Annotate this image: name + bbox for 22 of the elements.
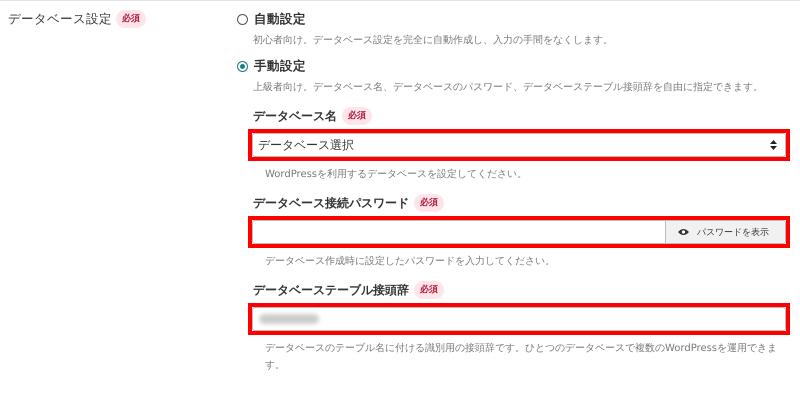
section-label: データベース設定 — [8, 10, 112, 28]
eye-icon — [678, 228, 689, 236]
radio-button[interactable] — [237, 60, 248, 72]
field-label: データベース名 — [253, 108, 337, 124]
help-text: WordPressを利用するデータベースを設定してください。 — [265, 168, 528, 182]
option-label[interactable]: 自動設定 — [254, 10, 306, 28]
required-badge: 必須 — [342, 107, 372, 125]
radio-button[interactable] — [237, 14, 248, 24]
option-label[interactable]: 手動設定 — [254, 58, 306, 74]
required-badge: 必須 — [414, 194, 444, 212]
help-text: データベースのテーブル名に付ける識別用の接頭辞です。ひとつのデータベースで複数のWordPressを運用できます。 — [265, 342, 778, 373]
show-password-button[interactable]: パスワードを表示 — [665, 220, 786, 244]
password-field[interactable] — [252, 220, 665, 244]
sort-arrows-icon — [770, 140, 777, 150]
option-description: 初心者向け。データベース設定を完全に自動作成し、入力の手間をなくします。 — [253, 34, 614, 48]
help-text: データベース作成時に設定したパスワードを入力してください。 — [265, 254, 556, 269]
option-description: 上級者向け。データベース名、データベースのパスワード、データベーステーブル接頭辞を自由に指定できます。 — [253, 80, 764, 95]
field-label: データベーステーブル接頭辞 — [253, 282, 409, 298]
required-badge: 必須 — [116, 10, 146, 28]
required-badge: 必須 — [414, 281, 444, 299]
select-field[interactable]: データベース選択 — [252, 133, 786, 157]
field-label: データベース接続パスワード — [253, 194, 409, 212]
